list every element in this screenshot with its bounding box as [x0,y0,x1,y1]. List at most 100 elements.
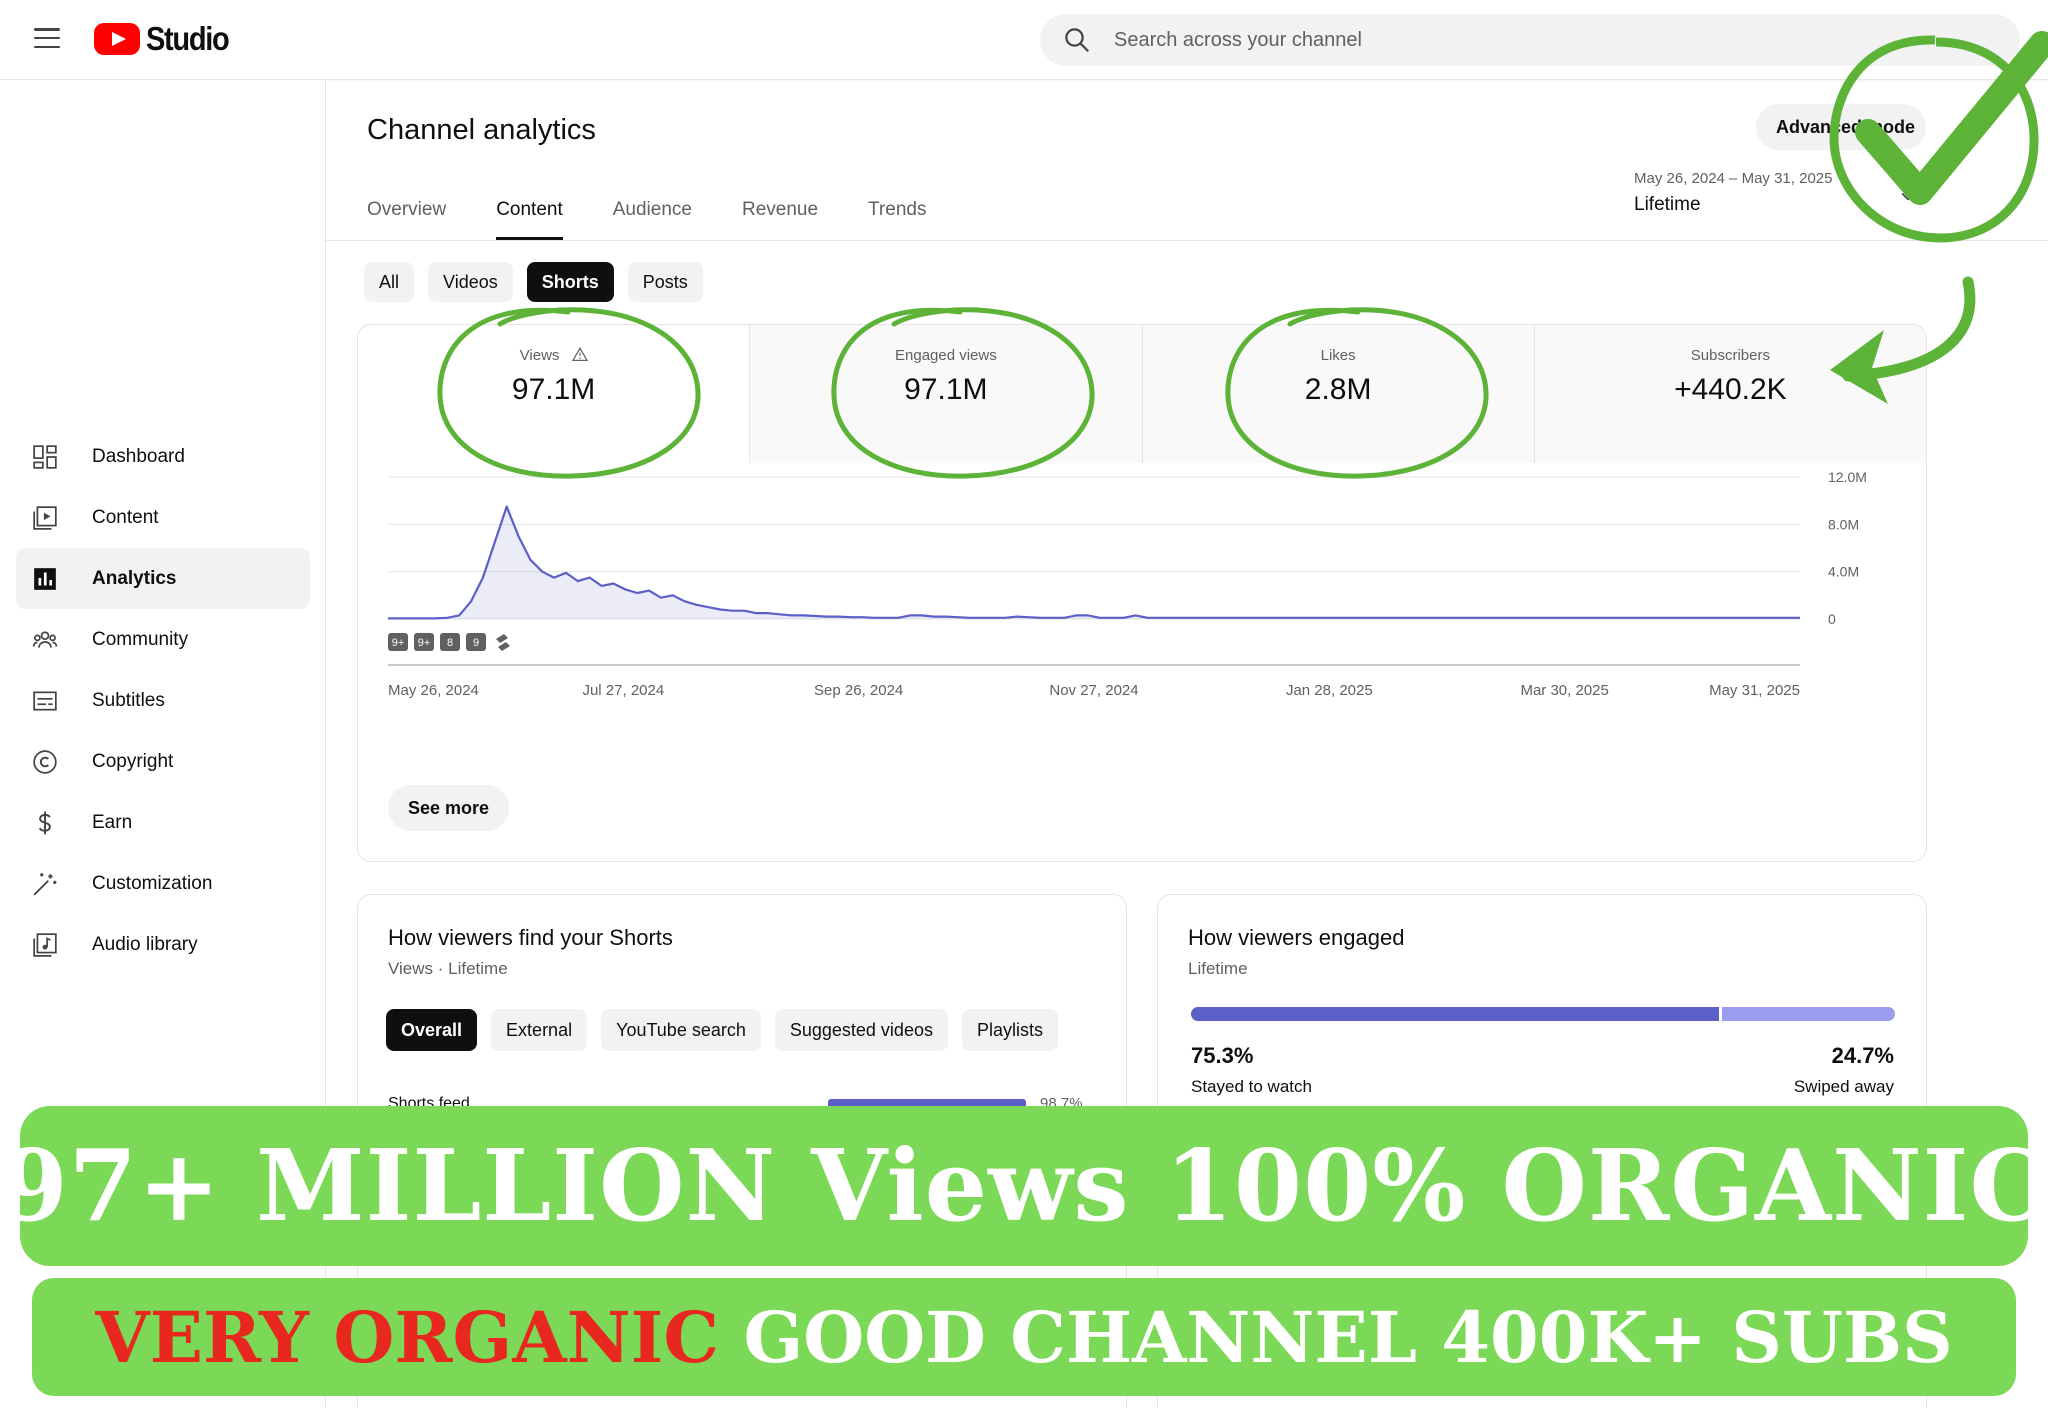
upload-marker-label: 9 [473,637,479,649]
sidebar-item-label: Dashboard [92,445,185,467]
see-more-button[interactable]: See more [388,785,510,831]
stayed-percent: 75.3% [1191,1043,1254,1068]
sidebar-item-label: Earn [92,811,133,833]
sidebar-item-label: Copyright [92,750,174,772]
sidebar-item-community[interactable]: Community [16,609,310,670]
y-tick-label: 4.0M [1828,564,1859,580]
source-chip-youtube-search[interactable]: YouTube search [601,1009,761,1051]
tab-overview[interactable]: Overview [367,184,446,240]
x-tick-label: May 31, 2025 [1709,682,1800,699]
search-input[interactable]: Search across your channel [1114,29,1362,52]
analytics-tabs: Overview Content Audience Revenue Trends [367,184,976,240]
sidebar-item-audio-library[interactable]: Audio library [16,914,310,975]
sidebar-item-content[interactable]: Content [16,487,310,548]
promo-subline: GOOD CHANNEL 400K+ SUBS [743,1295,1953,1379]
upload-marker-label: 9+ [418,637,431,649]
source-chip-overall[interactable]: Overall [386,1009,478,1051]
dashboard-icon [33,445,57,469]
metric-label: Subscribers [1690,347,1770,364]
swiped-percent: 24.7% [1831,1043,1894,1068]
metric-value: 2.8M [1304,373,1372,406]
x-tick-label: Jul 27, 2024 [582,682,664,699]
filter-chip-videos[interactable]: Videos [428,262,513,302]
promo-highlight: VERY ORGANIC [95,1295,720,1379]
search-bar[interactable]: Search across your channel [1040,14,2020,66]
filter-chip-all[interactable]: All [364,262,415,302]
card-subtitle: Lifetime [1188,959,1248,978]
customization-icon [33,873,57,896]
card-title: How viewers engaged [1188,925,1405,950]
swiped-bar [1722,1007,1895,1021]
metric-subscribers[interactable]: Subscribers +440.2K [1534,325,1926,463]
top-bar: Studio Search across your channel [0,0,2048,80]
filter-chip-posts[interactable]: Posts [627,262,703,302]
sidebar-item-label: Content [92,506,159,528]
studio-logo[interactable]: Studio [94,20,240,58]
tabs-divider [326,240,2048,241]
page-title: Channel analytics [367,114,596,146]
search-icon [1065,28,1089,52]
filter-chip-shorts[interactable]: Shorts [526,262,614,302]
sidebar-item-analytics[interactable]: Analytics [16,548,310,609]
x-tick-label: Jan 28, 2025 [1286,682,1373,699]
content-type-filters: All Videos Shorts Posts [364,262,717,302]
x-tick-label: May 26, 2024 [388,682,479,699]
warning-icon [571,347,588,361]
y-tick-label: 12.0M [1828,469,1867,485]
sidebar-item-subtitles[interactable]: Subtitles [16,670,310,731]
promo-headline: 97+ MILLION Views 100% ORGANIC [0,1128,2048,1244]
metric-label: Likes [1320,347,1356,364]
metric-value: 97.1M [511,373,596,406]
traffic-source-tabs: Overall External YouTube search Suggeste… [386,1009,1072,1051]
sidebar-item-label: Analytics [92,567,177,589]
logo-text: Studio [146,20,230,57]
sidebar-item-label: Subtitles [92,689,165,711]
shorts-icon [496,634,510,651]
advanced-mode-button[interactable]: Advanced mode [1756,104,1926,150]
date-range-selector[interactable]: Lifetime [1634,194,1701,216]
tab-trends[interactable]: Trends [868,184,926,240]
source-chip-playlists[interactable]: Playlists [961,1009,1058,1051]
sidebar-item-earn[interactable]: Earn [16,792,310,853]
copyright-icon [33,750,57,774]
tab-audience[interactable]: Audience [613,184,692,240]
source-chip-external[interactable]: External [491,1009,588,1051]
sidebar-item-label: Customization [92,872,213,894]
sidebar-item-label: Audio library [92,933,198,955]
metric-label: Engaged views [895,347,997,364]
source-chip-suggested-videos[interactable]: Suggested videos [774,1009,948,1051]
date-range-text[interactable]: May 26, 2024 – May 31, 2025 [1634,170,1832,187]
chevron-down-icon[interactable] [1898,186,1918,206]
sidebar-item-label: Community [92,628,189,650]
tab-content[interactable]: Content [496,184,563,240]
metrics-card: Views 97.1M Engaged views 97.1M Likes 2.… [357,324,1927,862]
metric-engaged-views[interactable]: Engaged views 97.1M [750,325,1143,463]
sidebar-item-customization[interactable]: Customization [16,853,310,914]
card-title: How viewers find your Shorts [388,925,673,950]
stayed-label: Stayed to watch [1191,1077,1312,1096]
upload-marker-label: 9+ [392,637,405,649]
sidebar-item-dashboard[interactable]: Dashboard [16,426,310,487]
metric-likes[interactable]: Likes 2.8M [1142,325,1535,463]
metric-label: Views [519,347,560,364]
x-tick-label: Sep 26, 2024 [814,682,903,699]
youtube-play-icon [94,23,140,55]
views-line-chart: 12.0M 8.0M 4.0M 0 9+ 9+ 8 9 May 26, 2024 Jul 27, … [388,469,1867,699]
tab-revenue[interactable]: Revenue [742,184,818,240]
metric-views[interactable]: Views 97.1M [358,325,751,463]
sidebar-nav: Dashboard Content Analytics Community Su… [16,426,310,975]
y-tick-label: 0 [1828,611,1836,627]
sidebar-item-copyright[interactable]: Copyright [16,731,310,792]
metric-tabs: Views 97.1M Engaged views 97.1M Likes 2.… [358,325,1926,463]
earn-icon [38,811,51,835]
stayed-bar [1191,1007,1719,1021]
promo-banner-primary: 97+ MILLION Views 100% ORGANIC [0,1106,2047,1266]
subtitles-icon [33,691,57,711]
metric-value: 97.1M [904,373,988,406]
card-subtitle: Views · Lifetime [388,959,508,978]
x-tick-label: Nov 27, 2024 [1049,682,1138,699]
swiped-label: Swiped away [1793,1077,1894,1096]
content-icon [33,506,57,530]
analytics-icon [34,568,56,590]
menu-icon[interactable] [34,28,60,48]
